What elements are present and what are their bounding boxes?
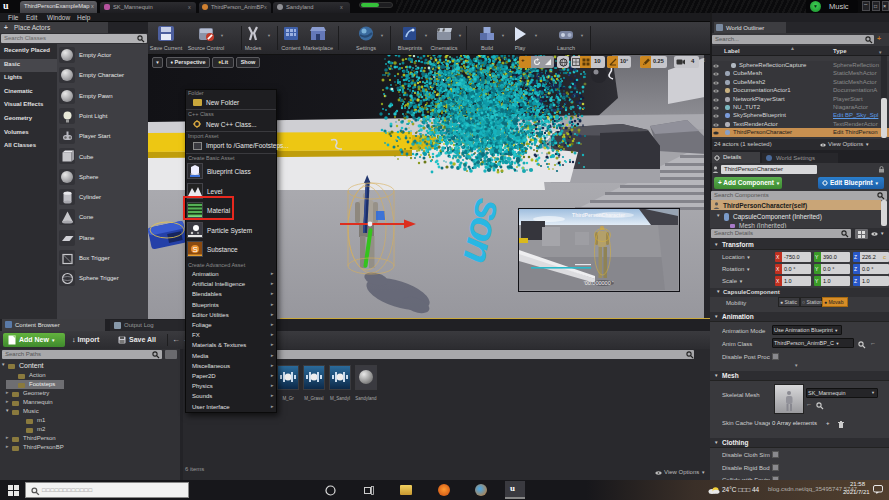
svg-text:S: S <box>193 245 198 254</box>
